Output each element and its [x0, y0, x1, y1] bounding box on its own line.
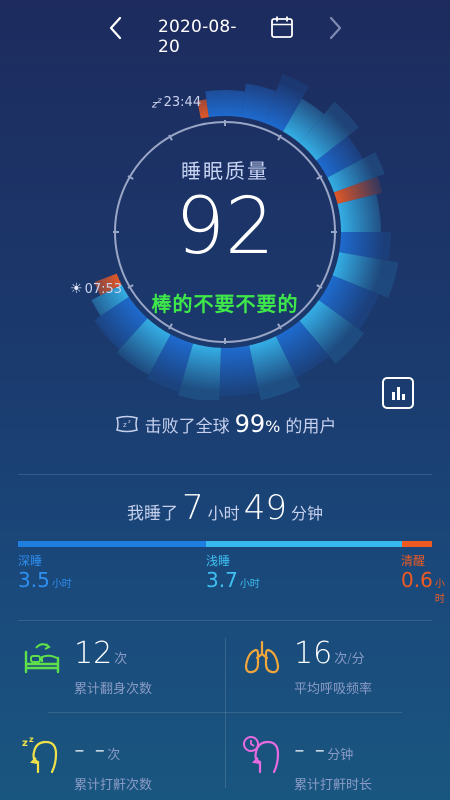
beat-summary: z z 击败了全球 99% 的用户 [0, 410, 450, 438]
divider [18, 620, 432, 621]
snore-time-unit: 分钟 [327, 748, 354, 763]
light-sleep-unit: 小时 [239, 579, 260, 590]
divider [18, 474, 432, 475]
snore-clock-icon [243, 736, 280, 774]
total-minutes-unit: 分钟 [290, 504, 323, 523]
awake-value: 0.6 小时 [401, 568, 450, 605]
snore-head-icon: z z [22, 735, 58, 774]
sleep-start-time: zz 23:44 [152, 95, 201, 110]
svg-text:z: z [29, 735, 34, 744]
deep-sleep-bar [18, 541, 206, 547]
total-hours-unit: 小时 [207, 504, 240, 523]
sleep-start-text: 23:44 [163, 95, 202, 111]
quality-score: 92 [175, 182, 275, 272]
svg-text:z: z [22, 738, 28, 749]
calendar-icon[interactable] [270, 15, 294, 39]
svg-text:z: z [128, 419, 131, 425]
chevron-left-icon[interactable] [104, 14, 128, 42]
chart-button[interactable] [382, 377, 414, 409]
awake-number: 0.6 [401, 568, 433, 592]
awake-label: 清醒 [401, 554, 426, 568]
chart-bar-icon [397, 387, 400, 400]
date-label[interactable]: 2020-08-20 [158, 17, 258, 57]
pillow-icon: z z [115, 415, 138, 433]
beat-prefix: 击败了全球 [144, 417, 230, 437]
breath-number: 16 [294, 636, 333, 671]
top-bar: 2020-08-20 [0, 0, 450, 57]
snore-count-stat: z z - -次 累计打鼾次数 [22, 732, 222, 800]
deep-sleep-value: 3.5 小时 [18, 568, 72, 592]
total-hours: 7 [182, 488, 204, 528]
snore-count-label: 累计打鼾次数 [74, 778, 153, 793]
snore-time-value: - - 分钟 [294, 732, 353, 767]
quality-label: 睡眠质量 [181, 159, 269, 183]
beat-percent: 99% [235, 410, 281, 438]
chart-bar-icon [402, 394, 405, 400]
total-sleep: 我睡了 7 小时 49 分钟 [0, 488, 450, 528]
snore-count-unit: 次 [107, 748, 121, 763]
snore-time-stat: - - 分钟 累计打鼾时长 [242, 732, 442, 800]
light-sleep-number: 3.7 [206, 568, 238, 592]
awake-unit: 小时 [434, 579, 445, 605]
deep-sleep-label: 深睡 [18, 554, 43, 568]
bed-icon [24, 643, 60, 674]
beat-percent-sign: % [265, 417, 281, 436]
divider [225, 638, 226, 788]
turnover-unit: 次 [114, 652, 128, 667]
lungs-icon [244, 640, 280, 674]
breath-value: 16 次/分 [294, 636, 365, 671]
turnover-label: 累计翻身次数 [74, 682, 153, 697]
snore-count-value: - -次 [74, 732, 120, 767]
snore-time-label: 累计打鼾时长 [294, 778, 373, 793]
deep-sleep-segment [205, 90, 245, 118]
svg-text:z: z [123, 421, 127, 429]
chart-bar-icon [392, 392, 395, 400]
deep-sleep-unit: 小时 [51, 579, 72, 590]
snore-count-number: - - [74, 732, 106, 767]
breath-stat: 16 次/分 平均呼吸频率 [242, 636, 442, 716]
turnover-stat: 12 次 累计翻身次数 [22, 636, 222, 716]
chevron-right-icon[interactable] [323, 14, 347, 42]
light-sleep-bar [206, 541, 402, 547]
breath-unit: 次/分 [334, 652, 365, 667]
beat-percent-value: 99 [234, 410, 266, 438]
awake-bar [402, 541, 432, 547]
breath-label: 平均呼吸频率 [294, 682, 373, 697]
turnover-number: 12 [74, 636, 113, 671]
snore-time-number: - - [294, 732, 326, 767]
light-sleep-value: 3.7 小时 [206, 568, 260, 592]
total-prefix: 我睡了 [127, 504, 179, 524]
light-sleep-label: 浅睡 [206, 554, 231, 568]
quality-comment: 棒的不要不要的 [151, 292, 299, 316]
turnover-value: 12 次 [74, 636, 127, 671]
total-minutes: 49 [243, 488, 287, 528]
deep-sleep-number: 3.5 [18, 568, 50, 592]
sleep-zz-icon: zz [152, 95, 162, 111]
beat-suffix: 的用户 [285, 417, 337, 437]
